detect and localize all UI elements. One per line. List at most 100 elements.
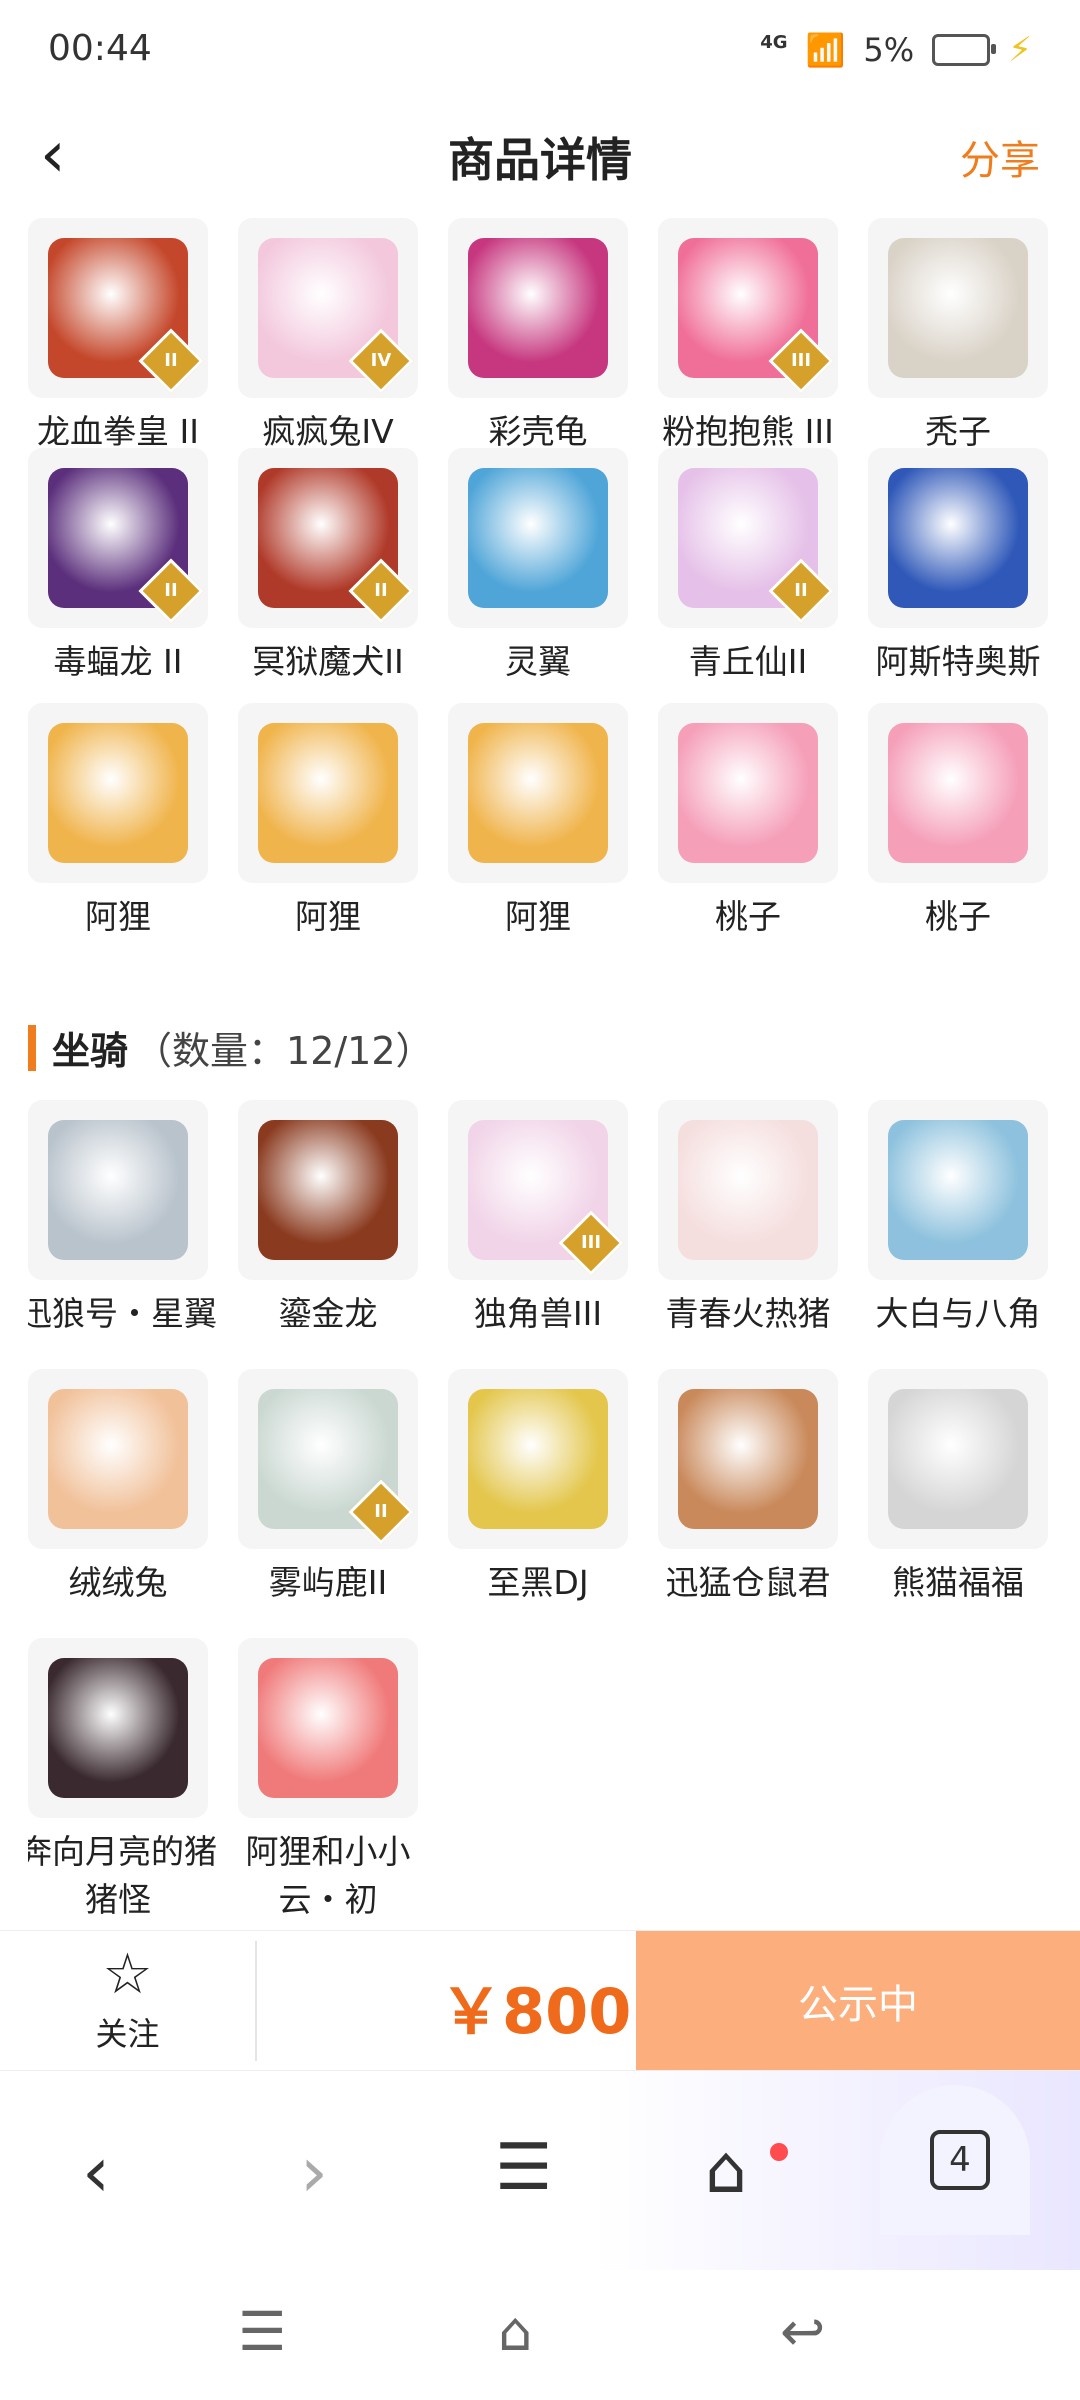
- item-card[interactable]: 桃子: [658, 703, 838, 941]
- item-card[interactable]: III 粉抱抱熊 III: [658, 218, 838, 456]
- price: ￥800: [440, 1975, 632, 2048]
- item-card[interactable]: 阿狸: [238, 703, 418, 941]
- item-label: 大白与八角: [875, 1294, 1041, 1333]
- item-card[interactable]: 奔向月亮的猪猪怪: [28, 1638, 217, 1930]
- item-artwork: [678, 1120, 818, 1260]
- section-heading-mounts: 坐骑 （数量：12/12）: [28, 1020, 434, 1075]
- item-thumbnail: [28, 1100, 208, 1280]
- item-card[interactable]: II 青丘仙II: [658, 448, 838, 686]
- item-label: 阿狸: [295, 897, 361, 936]
- status-icons: 4G 📶 5% ⚡: [760, 30, 1032, 70]
- item-card[interactable]: II 雾屿鹿II: [238, 1369, 418, 1613]
- wifi-icon: 📶: [805, 31, 846, 69]
- item-card[interactable]: 阿狸: [28, 703, 208, 941]
- item-label: 桃子: [715, 897, 781, 936]
- signal-icon: 4G: [760, 31, 788, 53]
- level-badge-text: II: [374, 1501, 388, 1522]
- item-artwork: [48, 1658, 188, 1798]
- item-artwork: [468, 468, 608, 608]
- item-thumbnail: II: [238, 1369, 418, 1549]
- item-label: 阿狸和小小云・初: [245, 1832, 411, 1919]
- item-artwork: [888, 1120, 1028, 1260]
- item-card[interactable]: 大白与八角: [868, 1100, 1048, 1344]
- item-card[interactable]: 熊猫福福: [868, 1369, 1048, 1613]
- item-artwork: [678, 723, 818, 863]
- section-count: （数量：12/12）: [134, 1029, 434, 1073]
- item-artwork: [48, 1389, 188, 1529]
- share-button[interactable]: 分享: [960, 128, 1040, 186]
- item-card[interactable]: 阿狸和小小云・初: [238, 1638, 418, 1930]
- item-label: 青春火热猪: [665, 1294, 831, 1333]
- page-title: 商品详情: [448, 133, 632, 187]
- system-nav-bar: ☰ ⌂ ↩: [0, 2270, 1080, 2400]
- item-grid-row3: 阿狸 阿狸 阿狸 桃子 桃子: [28, 703, 1058, 941]
- item-card[interactable]: 秃子: [868, 218, 1048, 456]
- item-artwork: [888, 1389, 1028, 1529]
- menu-icon[interactable]: ☰: [495, 2131, 552, 2205]
- item-label: 独角兽III: [473, 1294, 603, 1333]
- section-title: 坐骑: [52, 1029, 129, 1073]
- item-card[interactable]: II 龙血拳皇 II: [28, 218, 208, 456]
- item-artwork: [48, 1120, 188, 1260]
- item-label: 奔向月亮的猪猪怪: [28, 1832, 217, 1919]
- item-card[interactable]: IV 疯疯兔IV: [238, 218, 418, 456]
- notice-button[interactable]: 公示中: [636, 1931, 1080, 2071]
- follow-button[interactable]: ☆ 关注: [0, 1931, 255, 2071]
- item-label: 至黑DJ: [487, 1563, 589, 1602]
- item-card[interactable]: 阿斯特奥斯: [868, 448, 1048, 686]
- item-label: 鎏金龙: [278, 1294, 378, 1333]
- item-thumbnail: [658, 703, 838, 883]
- browser-forward-icon[interactable]: ›: [300, 2131, 328, 2213]
- item-thumbnail: [868, 448, 1048, 628]
- item-thumbnail: [658, 1369, 838, 1549]
- system-home-icon[interactable]: ⌂: [498, 2300, 532, 2363]
- item-thumbnail: [238, 1638, 418, 1818]
- item-label: 绒绒兔: [68, 1563, 168, 1602]
- item-card[interactable]: 鎏金龙: [238, 1100, 418, 1344]
- level-badge-text: III: [580, 1232, 602, 1253]
- item-label: 冥狱魔犬II: [252, 642, 404, 681]
- item-label: 熊猫福福: [892, 1563, 1024, 1602]
- item-card[interactable]: 灵翼: [448, 448, 628, 686]
- item-thumbnail: IV: [238, 218, 418, 398]
- item-artwork: [468, 723, 608, 863]
- item-label: 青丘仙II: [688, 642, 808, 681]
- item-card[interactable]: 阿狸: [448, 703, 628, 941]
- item-thumbnail: [868, 1369, 1048, 1549]
- item-thumbnail: [448, 218, 628, 398]
- item-artwork: [258, 723, 398, 863]
- system-back-icon[interactable]: ↩: [780, 2300, 825, 2363]
- section-accent-bar: [28, 1024, 36, 1071]
- tabs-count-button[interactable]: 4: [930, 2130, 990, 2190]
- level-badge-text: II: [164, 580, 178, 601]
- item-card[interactable]: 至黑DJ: [448, 1369, 628, 1613]
- item-card[interactable]: 迅狼号・星翼: [28, 1100, 217, 1344]
- item-thumbnail: [28, 1638, 208, 1818]
- item-artwork: [678, 1389, 818, 1529]
- item-card[interactable]: 绒绒兔: [28, 1369, 208, 1613]
- item-card[interactable]: II 毒蝠龙 II: [28, 448, 208, 686]
- item-label: 雾屿鹿II: [268, 1563, 388, 1602]
- item-thumbnail: [868, 703, 1048, 883]
- browser-back-icon[interactable]: ‹: [82, 2131, 110, 2213]
- item-card[interactable]: II 冥狱魔犬II: [238, 448, 418, 686]
- item-card[interactable]: 青春火热猪: [658, 1100, 838, 1344]
- charging-icon: ⚡: [1008, 30, 1032, 70]
- item-thumbnail: II: [28, 448, 208, 628]
- level-badge-text: II: [374, 580, 388, 601]
- home-icon[interactable]: ⌂: [705, 2131, 747, 2208]
- follow-label: 关注: [95, 2015, 160, 2053]
- item-card[interactable]: III 独角兽III: [448, 1100, 628, 1344]
- item-thumbnail: II: [238, 448, 418, 628]
- item-thumbnail: [28, 1369, 208, 1549]
- item-card[interactable]: 迅猛仓鼠君: [658, 1369, 838, 1613]
- item-thumbnail: [448, 703, 628, 883]
- item-artwork: [258, 1658, 398, 1798]
- item-card[interactable]: 桃子: [868, 703, 1048, 941]
- item-card[interactable]: 彩壳龟: [448, 218, 628, 456]
- system-menu-icon[interactable]: ☰: [238, 2300, 286, 2363]
- item-thumbnail: [238, 1100, 418, 1280]
- item-artwork: [888, 238, 1028, 378]
- item-thumbnail: III: [658, 218, 838, 398]
- item-thumbnail: [448, 1369, 628, 1549]
